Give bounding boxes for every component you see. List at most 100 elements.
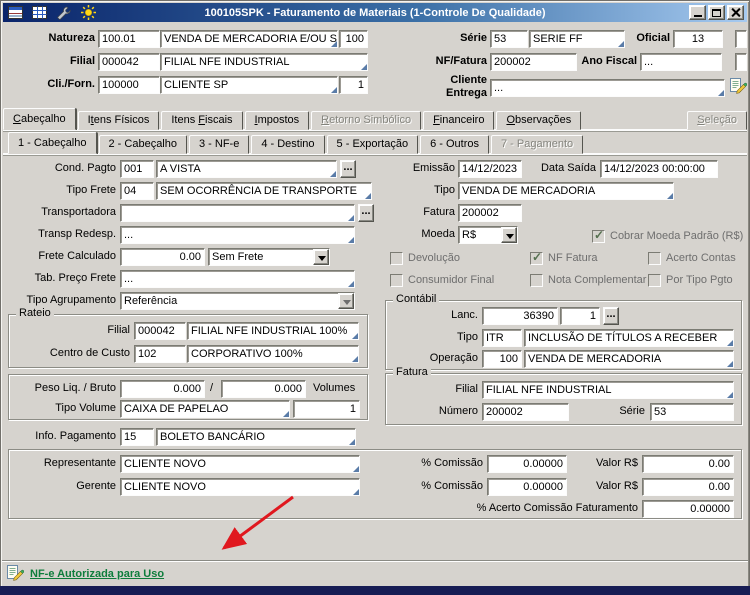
checkbox-cobrar-moeda[interactable]: Cobrar Moeda Padrão (R$) (592, 228, 743, 243)
peso-bruto-field[interactable]: 0.000 (221, 380, 306, 398)
rep-pct-comissao-field[interactable]: 0.00000 (487, 455, 567, 473)
tab-financeiro[interactable]: Financeiro (423, 111, 495, 130)
status-message: NF-e Autorizada para Uso (30, 568, 165, 580)
header-mini-box-1[interactable] (735, 30, 747, 48)
checkbox-box (648, 273, 661, 287)
close-button[interactable] (727, 5, 744, 20)
cli-forn-code-field[interactable]: 100000 (98, 76, 160, 94)
cond-pagto-browse-button[interactable]: ... (340, 160, 356, 178)
sun-icon[interactable] (81, 5, 96, 20)
transportadora-browse-button[interactable]: ... (358, 204, 374, 222)
representante-field[interactable]: CLIENTE NOVO (120, 455, 360, 473)
titlebar-icons (3, 5, 96, 20)
subtab-3-nfe[interactable]: 3 - NF-e (189, 135, 250, 154)
subtab-5-exportacao[interactable]: 5 - Exportação (326, 135, 419, 154)
dropdown-arrow-icon[interactable] (501, 227, 517, 243)
peso-liquido-field[interactable]: 0.000 (120, 380, 205, 398)
serie-code-field[interactable]: 53 (490, 30, 528, 48)
checkbox-box (648, 251, 661, 265)
rateio-filial-code-field[interactable]: 000042 (134, 322, 186, 340)
filial-code-field[interactable]: 000042 (98, 53, 160, 71)
natureza-desc-field[interactable]: VENDA DE MERCADORIA E/OU SERVI (160, 30, 338, 48)
note-edit-icon[interactable] (729, 77, 748, 98)
oficial-field[interactable]: 13 (673, 30, 723, 48)
centro-custo-code-field[interactable]: 102 (134, 345, 186, 363)
wrench-icon[interactable] (56, 6, 72, 20)
moeda-combo[interactable]: R$ (458, 226, 518, 244)
fatura-numero-field[interactable]: 200002 (482, 403, 569, 421)
header-mini-box-2[interactable] (735, 53, 747, 71)
operacao-desc-field[interactable]: VENDA DE MERCADORIA (524, 350, 734, 368)
fatura-filial-field[interactable]: FILIAL NFE INDUSTRIAL (482, 381, 734, 399)
cond-pagto-desc-field[interactable]: A VISTA (156, 160, 337, 178)
tab-observacoes[interactable]: Observações (496, 111, 582, 130)
lanc-seq-field[interactable]: 1 (560, 307, 600, 325)
info-pagamento-code-field[interactable]: 15 (120, 428, 154, 446)
tab-itens-fisicos[interactable]: Itens Físicos (77, 111, 160, 130)
transportadora-field[interactable] (120, 204, 355, 222)
tab-selecao: Seleção (687, 111, 747, 130)
data-saida-field[interactable]: 14/12/2023 00:00:00 (600, 160, 718, 178)
grid-icon[interactable] (32, 6, 47, 19)
checkbox-por-tipo-pgto[interactable]: Por Tipo Pgto (648, 273, 733, 287)
titlebar[interactable]: 100105SPK - Faturamento de Materiais (1-… (3, 3, 747, 22)
operacao-code-field[interactable]: 100 (482, 350, 522, 368)
tab-itens-fiscais[interactable]: Itens Fiscais (161, 111, 243, 130)
gerente-field[interactable]: CLIENTE NOVO (120, 478, 360, 496)
frete-modalidade-combo[interactable]: Sem Frete (208, 248, 330, 266)
rep-valor-field[interactable]: 0.00 (642, 455, 734, 473)
tipo-field[interactable]: VENDA DE MERCADORIA (458, 182, 674, 200)
peso-label: Peso Liq. / Bruto (34, 382, 116, 394)
centro-custo-desc-field[interactable]: CORPORATIVO 100% (187, 345, 359, 363)
maximize-button[interactable] (708, 5, 725, 20)
tipo-frete-desc-field[interactable]: SEM OCORRÊNCIA DE TRANSPORTE (156, 182, 372, 200)
cond-pagto-code-field[interactable]: 001 (120, 160, 154, 178)
frete-calculado-field[interactable]: 0.00 (120, 248, 205, 266)
serie-desc-field[interactable]: SERIE FF (529, 30, 625, 48)
rateio-filial-desc-field[interactable]: FILIAL NFE INDUSTRIAL 100% (187, 322, 359, 340)
checkbox-consumidor-final[interactable]: Consumidor Final (390, 273, 494, 287)
checkbox-nf-fatura[interactable]: NF Fatura (530, 250, 598, 265)
checkbox-nota-complementar[interactable]: Nota Complementar (530, 273, 646, 287)
ger-valor-field[interactable]: 0.00 (642, 478, 734, 496)
subtab-6-outros[interactable]: 6 - Outros (420, 135, 489, 154)
filial-desc-field[interactable]: FILIAL NFE INDUSTRIAL (160, 53, 368, 71)
natureza-extra-field[interactable]: 100 (339, 30, 368, 48)
natureza-code-field[interactable]: 100.01 (98, 30, 160, 48)
contabil-tipo-code-field[interactable]: ITR (482, 329, 522, 347)
fatura-serie-label: Série (619, 405, 645, 417)
ger-pct-comissao-field[interactable]: 0.00000 (487, 478, 567, 496)
tipo-frete-code-field[interactable]: 04 (120, 182, 154, 200)
ano-fiscal-field[interactable]: ... (640, 53, 722, 71)
cliente-entrega-field[interactable]: ... (490, 79, 725, 97)
dropdown-arrow-icon[interactable] (313, 249, 329, 265)
contabil-tipo-desc-field[interactable]: INCLUSÃO DE TÍTULOS A RECEBER (524, 329, 734, 347)
checkbox-devolucao[interactable]: Devolução (390, 251, 460, 265)
subtab-2-cabecalho[interactable]: 2 - Cabeçalho (98, 135, 187, 154)
tab-preco-frete-field[interactable]: ... (120, 270, 355, 288)
lanc-num-field[interactable]: 36390 (482, 307, 558, 325)
tab-preco-frete-label: Tab. Preço Frete (34, 272, 116, 284)
emissao-field[interactable]: 14/12/2023 (458, 160, 522, 178)
nf-fatura-field[interactable]: 200002 (490, 53, 577, 71)
fatura-serie-field[interactable]: 53 (650, 403, 734, 421)
acerto-comissao-field[interactable]: 0.00000 (642, 500, 734, 518)
minimize-button[interactable] (689, 5, 706, 20)
subtab-1-cabecalho[interactable]: 1 - Cabeçalho (8, 132, 97, 154)
lanc-browse-button[interactable]: ... (603, 307, 619, 325)
subtab-4-destino[interactable]: 4 - Destino (251, 135, 325, 154)
tipo-volume-field[interactable]: CAIXA DE PAPELAO (120, 400, 290, 418)
checkbox-acerto-contas[interactable]: Acerto Contas (648, 251, 736, 265)
tab-cabecalho[interactable]: Cabeçalho (3, 108, 76, 130)
tab-impostos[interactable]: Impostos (244, 111, 310, 130)
transp-redesp-field[interactable]: ... (120, 226, 355, 244)
cli-forn-desc-field[interactable]: CLIENTE SP (160, 76, 338, 94)
nf-fatura-label: NF/Fatura (435, 55, 487, 67)
cli-forn-extra-field[interactable]: 1 (339, 76, 368, 94)
volumes-qtd-field[interactable]: 1 (293, 400, 360, 418)
info-pagamento-desc-field[interactable]: BOLETO BANCÁRIO (156, 428, 356, 446)
tipo-agrupamento-combo[interactable]: Referência (120, 292, 355, 310)
maximize-icon (712, 8, 721, 17)
fatura-field[interactable]: 200002 (458, 204, 522, 222)
statusbar-separator (0, 560, 750, 562)
